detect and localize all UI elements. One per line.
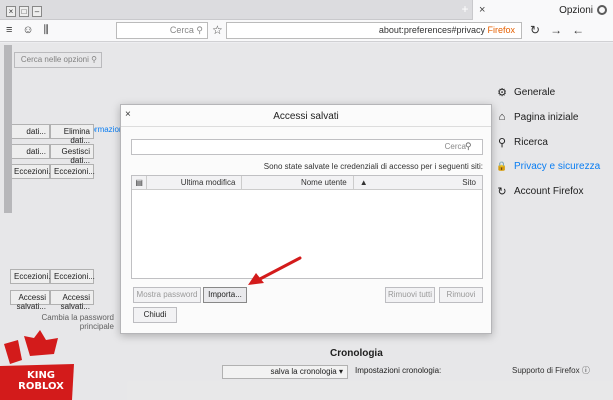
close-window-button[interactable]: × (6, 5, 16, 17)
dialog-title: Accessi salvati (273, 111, 339, 122)
saved-logins-dialog: × Accessi salvati Cerca ⚲ Sono state sal… (120, 104, 492, 334)
logins-table[interactable]: ▤ Ultima modifica Nome utente ▲ Sito (131, 175, 483, 279)
watermark-text: KING ROBLOX (18, 370, 64, 392)
column-username[interactable]: Nome utente (241, 176, 352, 189)
column-site-label: Sito (462, 178, 476, 187)
library-icon[interactable]: ⫼ (44, 24, 49, 37)
search-input[interactable]: Cerca ⚲ (116, 22, 208, 39)
nav-toolbar: ≡ ☺ ⫼ Cerca ⚲ ☆ about:preferences#privac… (0, 20, 613, 42)
annotation-arrow-icon (248, 256, 302, 285)
search-icon: ⚲ (465, 141, 472, 151)
column-site[interactable]: ▲ Sito (352, 176, 482, 189)
reload-icon[interactable]: ↻ (530, 23, 540, 37)
remove-all-button[interactable]: Rimuovi tutti (385, 287, 435, 303)
remove-button[interactable]: Rimuovi (439, 287, 483, 303)
dialog-header: × Accessi salvati (121, 105, 491, 127)
import-button[interactable]: Importa... (203, 287, 247, 303)
dialog-description: Sono state salvate le credenziali di acc… (263, 162, 483, 171)
minimize-window-button[interactable]: – (32, 5, 42, 17)
url-text: about:preferences#privacy (378, 25, 485, 35)
tab-close-icon[interactable]: × (479, 4, 485, 16)
title-bar: × □ – + × Opzioni (0, 0, 613, 20)
bookmark-star-icon[interactable]: ☆ (212, 23, 223, 37)
tab-title: Opzioni (559, 4, 593, 16)
new-tab-button[interactable]: + (458, 2, 472, 16)
logins-search-input[interactable]: Cerca (131, 139, 483, 155)
sort-ascending-icon: ▲ (359, 178, 368, 187)
back-icon[interactable]: ← (572, 23, 584, 37)
show-passwords-button[interactable]: Mostra password (133, 287, 201, 303)
column-picker-icon[interactable]: ▤ (132, 176, 146, 189)
gear-icon (597, 5, 607, 15)
url-bar[interactable]: about:preferences#privacy Firefox (226, 22, 522, 39)
maximize-window-button[interactable]: □ (19, 5, 29, 17)
tab-options[interactable]: × Opzioni (472, 0, 613, 20)
firefox-brand-label: Firefox (487, 25, 515, 35)
account-icon[interactable]: ☺ (22, 24, 33, 37)
forward-icon[interactable]: → (550, 23, 562, 37)
column-last-modified[interactable]: Ultima modifica (145, 176, 241, 189)
window-controls: × □ – (6, 2, 42, 20)
table-header: ▤ Ultima modifica Nome utente ▲ Sito (132, 176, 482, 190)
menu-icon[interactable]: ≡ (6, 24, 12, 37)
close-button[interactable]: Chiudi (133, 307, 177, 323)
